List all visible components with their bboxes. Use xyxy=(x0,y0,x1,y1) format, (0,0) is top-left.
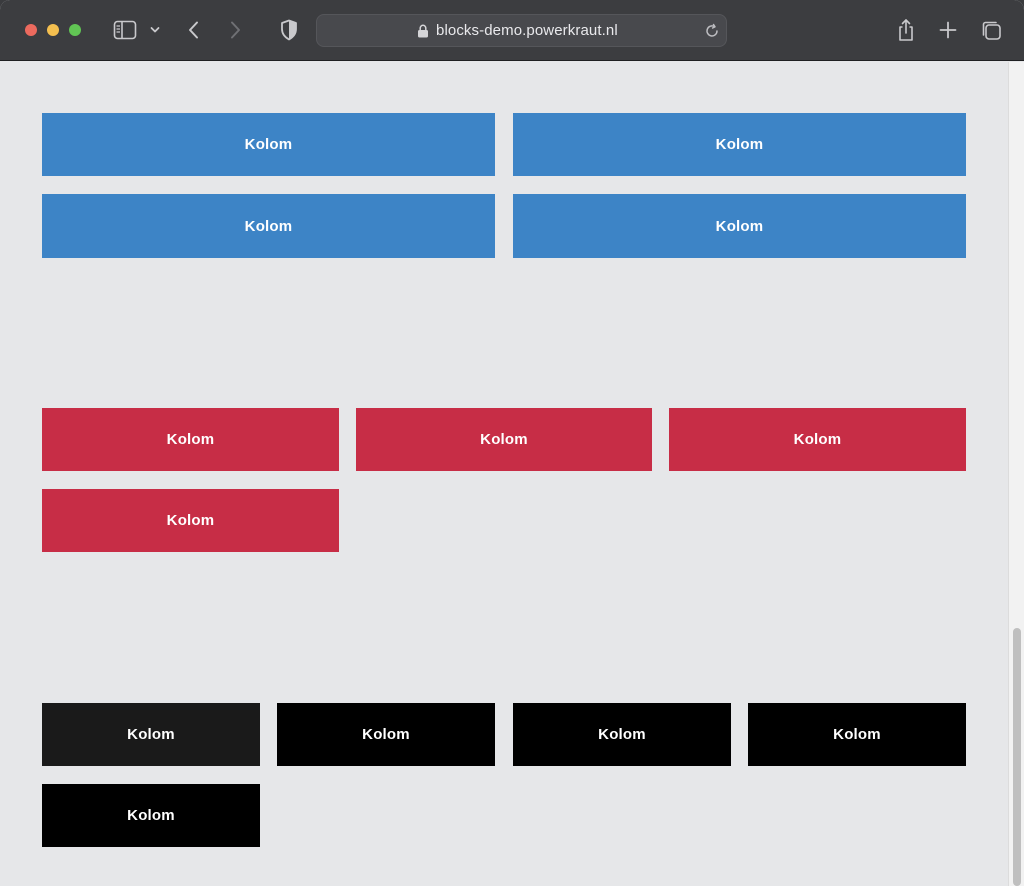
url-text: blocks-demo.powerkraut.nl xyxy=(436,22,618,39)
column-block: Kolom xyxy=(513,113,966,176)
column-block: Kolom xyxy=(42,194,495,258)
column-block: Kolom xyxy=(356,408,652,471)
maximize-window-button[interactable] xyxy=(69,24,81,36)
address-bar[interactable]: blocks-demo.powerkraut.nl xyxy=(316,14,727,47)
reload-icon[interactable] xyxy=(704,23,720,39)
forward-arrow-icon[interactable] xyxy=(225,19,245,41)
lock-icon xyxy=(417,24,429,38)
column-block: Kolom xyxy=(748,703,966,766)
page-content: Kolom Kolom Kolom Kolom Kolom Kolom Kolo… xyxy=(0,62,1008,886)
plus-icon[interactable] xyxy=(938,19,958,41)
close-window-button[interactable] xyxy=(25,24,37,36)
browser-window: blocks-demo.powerkraut.nl Kolom Kolom Ko… xyxy=(0,0,1024,886)
sidebar-icon[interactable] xyxy=(112,19,138,41)
scrollbar-thumb[interactable] xyxy=(1013,628,1021,886)
column-block: Kolom xyxy=(42,113,495,176)
browser-toolbar: blocks-demo.powerkraut.nl xyxy=(0,0,1024,61)
share-icon[interactable] xyxy=(896,17,916,43)
tabs-overview-icon[interactable] xyxy=(980,19,1002,41)
minimize-window-button[interactable] xyxy=(47,24,59,36)
column-block: Kolom xyxy=(277,703,495,766)
vertical-scrollbar[interactable] xyxy=(1008,62,1024,886)
column-block: Kolom xyxy=(513,194,966,258)
chevron-down-icon[interactable] xyxy=(147,22,163,38)
column-block: Kolom xyxy=(42,703,260,766)
column-block: Kolom xyxy=(513,703,731,766)
column-block: Kolom xyxy=(42,784,260,847)
column-block: Kolom xyxy=(42,489,339,552)
column-block: Kolom xyxy=(42,408,339,471)
column-block: Kolom xyxy=(669,408,966,471)
back-arrow-icon[interactable] xyxy=(184,19,204,41)
shield-icon[interactable] xyxy=(278,18,300,42)
